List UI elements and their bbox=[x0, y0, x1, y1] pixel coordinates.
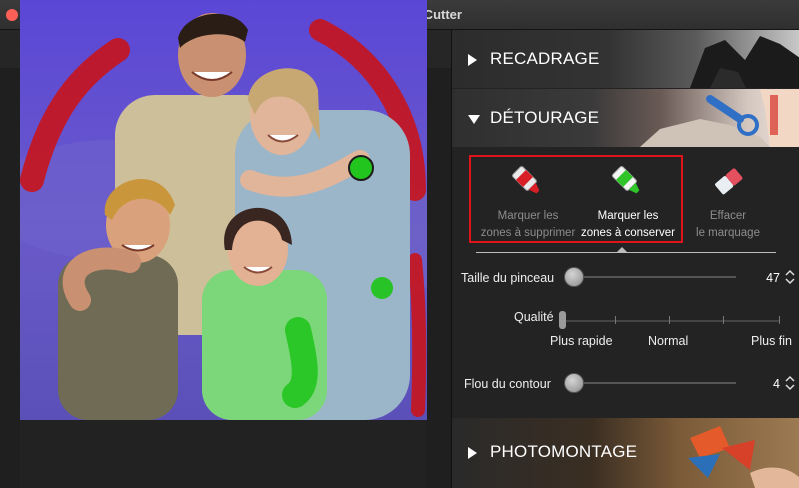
green-marker-icon bbox=[608, 162, 648, 202]
red-marker-icon bbox=[508, 162, 548, 202]
edge-blur-stepper[interactable] bbox=[784, 374, 796, 392]
quality-label: Qualité bbox=[514, 310, 554, 324]
quality-option-normal[interactable]: Normal bbox=[648, 334, 688, 348]
brush-size-label: Taille du pinceau bbox=[461, 271, 555, 285]
photo-canvas[interactable] bbox=[20, 0, 427, 420]
brush-size-value: 47 bbox=[766, 271, 780, 285]
quality-track[interactable] bbox=[564, 320, 780, 322]
mark-keep-label-line1: Marquer les bbox=[597, 210, 659, 222]
mark-keep-label-line2: zones à conserver bbox=[581, 227, 675, 239]
erase-marks-label-line2: le marquage bbox=[696, 227, 760, 239]
section-photomontage-label: PHOTOMONTAGE bbox=[490, 442, 638, 461]
section-recadrage-label: RECADRAGE bbox=[490, 49, 600, 68]
chevron-right-icon bbox=[468, 447, 477, 459]
detourage-tools: Marquer les zones à supprimer Marquer le… bbox=[452, 148, 799, 418]
quality-tick bbox=[669, 316, 670, 324]
chevron-down-icon bbox=[468, 115, 480, 124]
quality-option-fine[interactable]: Plus fin bbox=[751, 334, 792, 348]
brush-size-track[interactable] bbox=[564, 276, 736, 278]
canvas-right-gutter bbox=[427, 68, 451, 488]
mark-remove-label-line2: zones à supprimer bbox=[480, 227, 576, 239]
mark-keep-tool[interactable]: Marquer les zones à conserver bbox=[574, 158, 682, 246]
quality-option-fast[interactable]: Plus rapide bbox=[550, 334, 613, 348]
erase-marks-label-line1: Effacer bbox=[709, 210, 747, 222]
section-photomontage[interactable]: PHOTOMONTAGE bbox=[452, 418, 799, 488]
brush-size-knob[interactable] bbox=[564, 267, 584, 287]
tool-tab-indicator bbox=[616, 247, 628, 253]
edge-blur-label: Flou du contour bbox=[464, 377, 551, 391]
quality-tick bbox=[779, 316, 780, 324]
quality-tick bbox=[723, 316, 724, 324]
section-recadrage[interactable]: RECADRAGE bbox=[452, 30, 799, 88]
edge-blur-value: 4 bbox=[773, 377, 780, 391]
right-panel: RECADRAGE DÉTOURAGE Marquer les zones à … bbox=[451, 30, 799, 488]
erase-marks-tool[interactable]: Effacer le marquage bbox=[674, 158, 782, 246]
quality-tick bbox=[615, 316, 616, 324]
edge-blur-knob[interactable] bbox=[564, 373, 584, 393]
chevron-right-icon bbox=[468, 54, 477, 66]
section-detourage[interactable]: DÉTOURAGE bbox=[452, 89, 799, 147]
brush-size-stepper[interactable] bbox=[784, 268, 796, 286]
mark-remove-tool[interactable]: Marquer les zones à supprimer bbox=[474, 158, 582, 246]
canvas-left-gutter bbox=[0, 68, 20, 488]
edge-blur-track[interactable] bbox=[564, 382, 736, 384]
section-detourage-label: DÉTOURAGE bbox=[490, 108, 600, 127]
mark-remove-label-line1: Marquer les bbox=[497, 210, 559, 222]
eraser-icon bbox=[708, 162, 748, 202]
quality-knob[interactable] bbox=[559, 311, 566, 329]
